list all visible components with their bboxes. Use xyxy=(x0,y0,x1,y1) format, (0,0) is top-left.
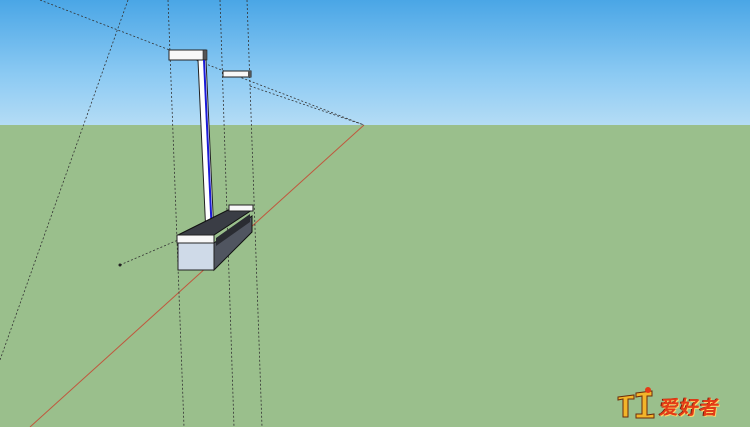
guide-point xyxy=(118,263,122,267)
red-axis-line xyxy=(29,124,365,427)
guide-lines xyxy=(0,0,365,427)
carpenter-logo-icon xyxy=(617,387,655,419)
vertical-column[interactable] xyxy=(197,59,215,236)
small-slab[interactable] xyxy=(222,70,252,78)
guide-line xyxy=(119,239,179,266)
scene-canvas[interactable] xyxy=(0,0,750,427)
guide-line xyxy=(167,0,185,427)
modeling-viewport[interactable]: 爱好者 xyxy=(0,0,750,427)
watermark-logo: 爱好者 xyxy=(614,385,732,419)
lower-box[interactable] xyxy=(176,204,254,272)
watermark-text: 爱好者 xyxy=(658,397,722,419)
upper-slab[interactable] xyxy=(168,49,208,61)
guide-line xyxy=(0,0,129,361)
guide-line xyxy=(249,85,365,126)
guide-line xyxy=(246,0,263,427)
